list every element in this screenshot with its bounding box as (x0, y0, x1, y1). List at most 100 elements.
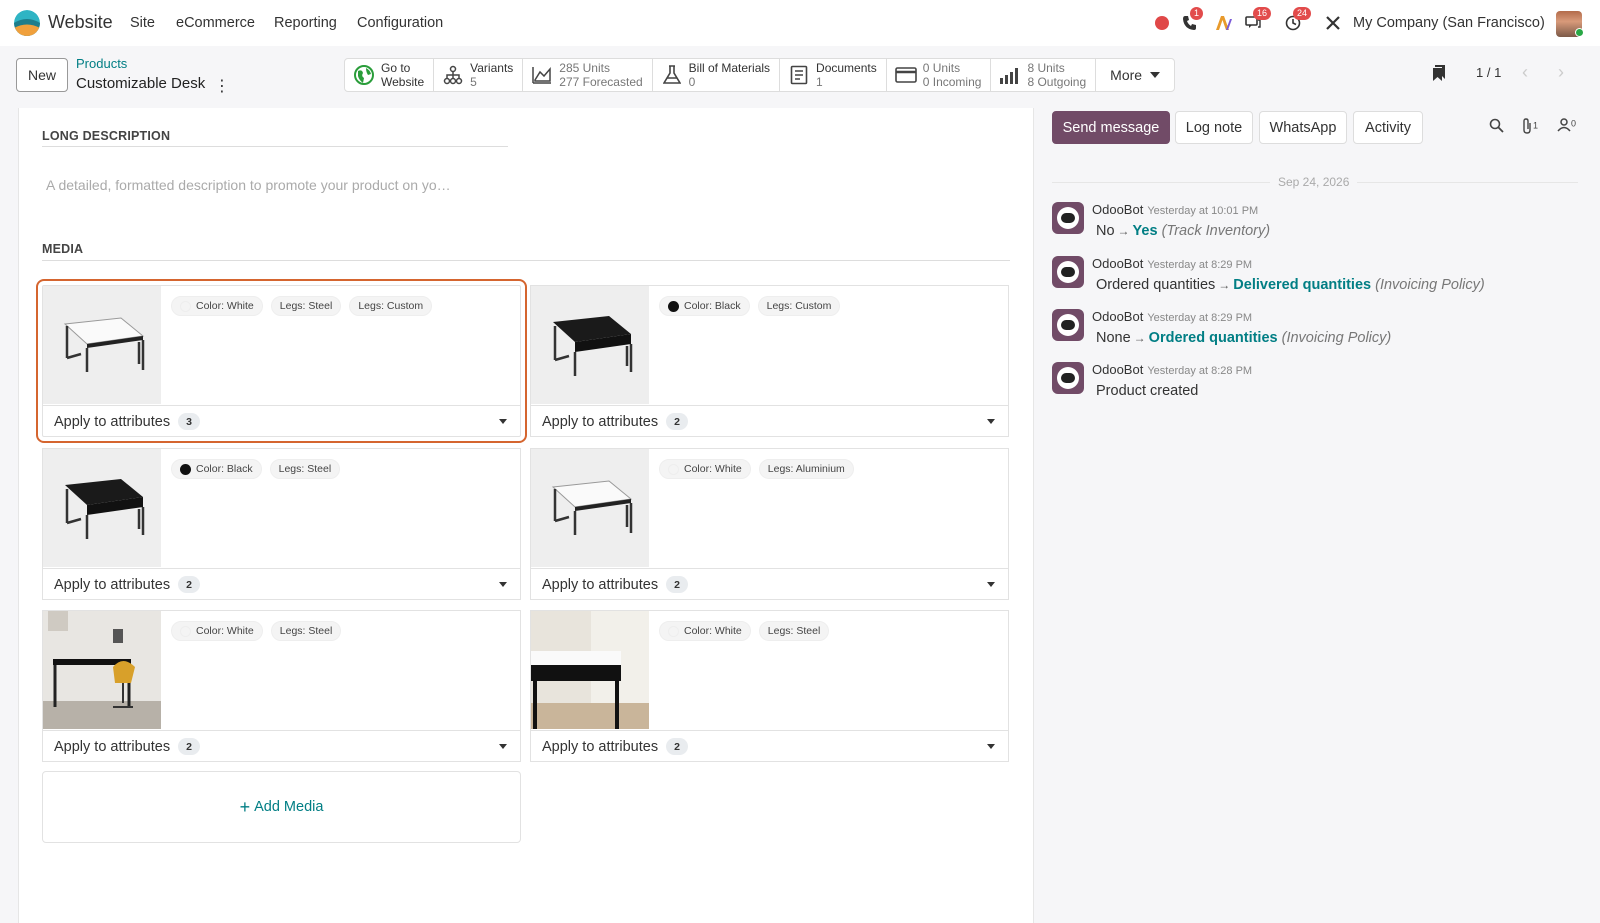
media-card[interactable]: Color: White Legs: Steel Apply to attribut… (42, 610, 521, 762)
attribute-tag[interactable]: Legs: Steel (270, 621, 342, 641)
caret-down-icon[interactable] (987, 744, 995, 749)
app-name[interactable]: Website (48, 12, 113, 33)
bookmark-icon[interactable] (1432, 64, 1446, 85)
incoming-label: 0 Incoming (922, 75, 982, 89)
attribute-tag[interactable]: Legs: Steel (269, 459, 341, 479)
odoobot-avatar[interactable] (1052, 256, 1084, 288)
color-swatch-icon (668, 463, 679, 475)
followers-button[interactable]: 0 (1557, 118, 1576, 135)
bill-of-materials-button[interactable]: Bill of Materials 0 (653, 59, 781, 91)
attribute-tag[interactable]: Color: Black (171, 459, 262, 479)
message-body: None → Ordered quantities (Invoicing Polic… (1096, 330, 1391, 346)
attribute-tag[interactable]: Color: Black (659, 296, 750, 316)
attribute-tag[interactable]: Legs: Custom (757, 296, 841, 316)
menu-site[interactable]: Site (130, 15, 155, 31)
new-button[interactable]: New (16, 58, 68, 92)
media-image[interactable] (531, 286, 649, 404)
add-media-button[interactable]: + Add Media (42, 771, 521, 843)
record-status-icon[interactable] (1152, 13, 1172, 33)
outgoing-button[interactable]: 8 Units 8 Outgoing (991, 59, 1097, 91)
apply-to-attributes-dropdown[interactable]: Apply to attributes 2 (531, 730, 1008, 762)
attribute-tag[interactable]: Legs: Aluminium (758, 459, 854, 479)
media-image[interactable] (43, 611, 161, 729)
go-to-website-button[interactable]: Go to Website (345, 59, 435, 91)
media-image[interactable] (531, 449, 649, 567)
breadcrumb-products[interactable]: Products (76, 56, 127, 71)
more-label: More (1110, 67, 1143, 83)
menu-ecommerce[interactable]: eCommerce (176, 15, 255, 31)
attribute-tags: Color: White Legs: Steel (171, 621, 342, 641)
long-description-input[interactable]: A detailed, formatted description to pro… (46, 177, 451, 193)
apply-to-attributes-dropdown[interactable]: Apply to attributes 3 (43, 405, 520, 437)
clock-icon[interactable]: 24 (1283, 7, 1312, 33)
attribute-tags: Color: Black Legs: Custom (659, 296, 841, 316)
message-time: Yesterday at 8:28 PM (1147, 365, 1253, 377)
message-author[interactable]: OdooBot (1092, 362, 1143, 377)
apply-to-attributes-dropdown[interactable]: Apply to attributes 2 (43, 568, 520, 600)
apply-to-attributes-dropdown[interactable]: Apply to attributes 2 (531, 568, 1008, 600)
attachments-button[interactable]: 1 (1521, 118, 1538, 137)
phone-icon[interactable]: 1 (1180, 7, 1204, 33)
caret-down-icon[interactable] (499, 582, 507, 587)
media-card[interactable]: Color: White Legs: Aluminium Apply to attr… (530, 448, 1009, 600)
attribute-tag[interactable]: Color: White (659, 621, 751, 641)
media-card[interactable]: Color: White Legs: Steel Legs: Custom Apply… (36, 279, 527, 443)
message-author[interactable]: OdooBot (1092, 202, 1143, 217)
attribute-tag[interactable]: Color: White (171, 296, 263, 316)
menu-configuration[interactable]: Configuration (357, 15, 443, 31)
message-author[interactable]: OdooBot (1092, 256, 1143, 271)
media-card[interactable]: Color: Black Legs: Steel Apply to attribut… (42, 448, 521, 600)
odoobot-avatar[interactable] (1052, 202, 1084, 234)
attribute-tag-label: Legs: Custom (358, 300, 424, 312)
log-note-button[interactable]: Log note (1175, 111, 1253, 144)
go-to-label: Go to (381, 61, 411, 75)
media-image[interactable] (43, 286, 161, 404)
media-image[interactable] (531, 611, 649, 729)
variants-button[interactable]: Variants 5 (434, 59, 524, 91)
pager-previous-icon[interactable]: ‹ (1522, 62, 1528, 83)
attribute-tag[interactable]: Legs: Steel (758, 621, 830, 641)
whatsapp-button[interactable]: WhatsApp (1259, 111, 1347, 144)
attribute-tags: Color: White Legs: Steel Legs: Custom (171, 296, 433, 316)
actions-menu-icon[interactable]: ⋮ (214, 76, 230, 96)
incoming-button[interactable]: 0 Units 0 Incoming (887, 59, 992, 91)
activity-button[interactable]: Activity (1353, 111, 1423, 144)
media-image[interactable] (43, 449, 161, 567)
pager-value[interactable]: 1 / 1 (1476, 65, 1501, 80)
media-card[interactable]: Color: White Legs: Steel Apply to attribut… (530, 610, 1009, 762)
odoo-logo-icon[interactable] (14, 10, 40, 36)
company-switcher[interactable]: My Company (San Francisco) (1353, 15, 1545, 31)
odoobot-avatar[interactable] (1052, 362, 1084, 394)
attribute-tag[interactable]: Legs: Custom (349, 296, 433, 316)
forecast-chart-icon (531, 64, 553, 86)
documents-button[interactable]: Documents 1 (780, 59, 887, 91)
forecast-button[interactable]: 285 Units 277 Forecasted (523, 59, 653, 91)
message-time: Yesterday at 10:01 PM (1147, 205, 1259, 217)
plus-icon: + (239, 796, 251, 817)
attribute-count-badge: 3 (178, 413, 201, 430)
ai-icon[interactable] (1213, 13, 1233, 33)
tools-icon[interactable] (1323, 13, 1343, 33)
outgoing-label: 8 Outgoing (1027, 75, 1087, 89)
message-author[interactable]: OdooBot (1092, 309, 1143, 324)
caret-down-icon (1150, 72, 1161, 78)
menu-reporting[interactable]: Reporting (274, 15, 337, 31)
apply-to-attributes-dropdown[interactable]: Apply to attributes 2 (43, 730, 520, 762)
attribute-tag[interactable]: Color: White (659, 459, 751, 479)
color-swatch-icon (180, 300, 191, 312)
caret-down-icon[interactable] (987, 419, 995, 424)
caret-down-icon[interactable] (499, 419, 507, 424)
apply-to-attributes-dropdown[interactable]: Apply to attributes 2 (531, 405, 1008, 437)
discuss-icon[interactable]: 16 (1243, 7, 1272, 33)
pager-next-icon[interactable]: › (1558, 62, 1564, 83)
caret-down-icon[interactable] (987, 582, 995, 587)
attribute-tag[interactable]: Color: White (171, 621, 263, 641)
search-icon[interactable] (1489, 118, 1504, 136)
send-message-button[interactable]: Send message (1052, 111, 1170, 144)
long-description-title: LONG DESCRIPTION (42, 129, 171, 143)
attribute-tag[interactable]: Legs: Steel (270, 296, 342, 316)
odoobot-avatar[interactable] (1052, 309, 1084, 341)
more-button[interactable]: More (1096, 59, 1174, 91)
media-card[interactable]: Color: Black Legs: Custom Apply to attribu… (530, 285, 1009, 437)
caret-down-icon[interactable] (499, 744, 507, 749)
